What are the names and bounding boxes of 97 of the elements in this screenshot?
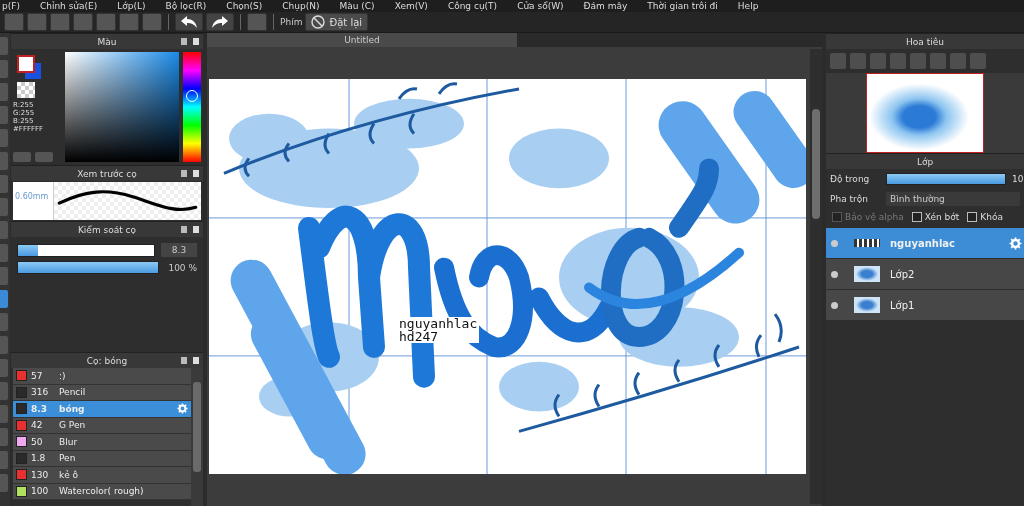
layer-option-checkbox[interactable]: Khóa	[967, 212, 1003, 222]
layer-opacity-slider[interactable]	[886, 173, 1006, 185]
visibility-toggle[interactable]	[831, 301, 838, 309]
brush-size: 50	[31, 436, 44, 447]
transparent-swatch[interactable]	[17, 82, 35, 98]
opacity-label: Độ trong	[830, 174, 871, 184]
tool-button[interactable]	[0, 221, 8, 239]
layer-item[interactable]: Lớp1	[826, 290, 1024, 320]
menu-item[interactable]: Help	[737, 0, 759, 12]
tool-button[interactable]	[0, 382, 8, 400]
hue-slider[interactable]	[183, 52, 201, 162]
tool-button[interactable]	[0, 359, 8, 377]
tool-button[interactable]	[0, 83, 8, 101]
blend-label: Pha trộn	[830, 194, 869, 204]
tool-button[interactable]	[0, 129, 8, 147]
brush-name: Blur	[59, 436, 79, 447]
tool-button[interactable]	[0, 267, 8, 285]
menu-item[interactable]: Đám mây	[583, 0, 628, 12]
layer-name: Lớp1	[890, 299, 916, 311]
tool-button[interactable]	[0, 106, 8, 124]
brush-size: 57	[31, 370, 44, 381]
panel-title: Xem trước cọ	[77, 168, 137, 179]
brush-name: Watercolor( rough)	[59, 486, 145, 497]
color-swatches[interactable]	[17, 55, 43, 79]
tool-button[interactable]	[0, 244, 8, 262]
shortcut-label: Phím	[280, 17, 303, 27]
brush-size: 130	[31, 469, 50, 480]
reset-button[interactable]: Đặt lại	[305, 13, 369, 31]
canvas-thumbnail[interactable]	[866, 73, 984, 153]
tool-button[interactable]	[0, 428, 8, 446]
tool-button[interactable]	[0, 175, 8, 193]
brush-size: 100	[31, 486, 50, 497]
tool-button[interactable]	[0, 451, 8, 469]
brush-name: G Pen	[59, 420, 87, 431]
brush-size: 316	[31, 387, 50, 398]
brush-name: Pencil	[59, 387, 87, 398]
menu-item[interactable]: Thời gian trôi đi	[647, 0, 718, 12]
menu-item[interactable]: Lớp(L)	[117, 0, 146, 12]
brush-name: :)	[59, 370, 67, 381]
brush-name: kẻ ô	[59, 469, 80, 480]
menu-item[interactable]: Màu (C)	[339, 0, 375, 12]
menu-item[interactable]: Xem(V)	[394, 0, 428, 12]
brush-size-slider[interactable]	[17, 243, 155, 257]
brush-item[interactable]: 57 :)	[13, 368, 191, 385]
panel-controls-icon[interactable]	[181, 226, 199, 233]
undo-icon[interactable]	[175, 13, 203, 31]
canvas-text: hd247	[399, 330, 439, 343]
tool-button[interactable]	[0, 313, 8, 331]
menu-item[interactable]: Chụp(N)	[282, 0, 320, 12]
tool-button[interactable]	[0, 474, 8, 492]
brush-size: 1.8	[31, 453, 47, 464]
brush-size-value[interactable]: 8.3	[161, 243, 197, 257]
brush-name: Pen	[59, 453, 77, 464]
tool-button[interactable]	[0, 405, 8, 423]
brush-name: bóng	[59, 403, 86, 414]
layer-option-checkbox[interactable]: Xén bớt	[911, 212, 960, 222]
document-tab[interactable]: Untitled	[207, 33, 517, 47]
canvas-text: nguyanhlac	[399, 317, 478, 330]
panel-title: Lớp	[916, 156, 934, 167]
layer-name: Lớp2	[890, 268, 916, 280]
menu-item[interactable]: Chọn(S)	[226, 0, 263, 12]
settings-icon[interactable]	[1009, 236, 1022, 250]
panel-title: Kiểm soát cọ	[77, 224, 137, 235]
tool-button[interactable]	[0, 152, 8, 170]
tool-button[interactable]	[0, 198, 8, 216]
menu-item[interactable]: Bộ lọc(R)	[165, 0, 207, 12]
visibility-toggle[interactable]	[831, 270, 838, 278]
layer-item[interactable]: Lớp2	[826, 259, 1024, 289]
brush-size-label: 0.60mm	[15, 192, 49, 201]
canvas[interactable]: nguyanhlac hd247	[209, 79, 806, 474]
tool-button[interactable]	[0, 336, 8, 354]
tool-button[interactable]	[0, 37, 8, 55]
blend-mode-dropdown[interactable]: Bình thường	[886, 192, 1020, 206]
scrollbar[interactable]	[810, 49, 822, 504]
brush-item[interactable]: 50 Blur	[13, 434, 191, 451]
menu-item[interactable]: p(F)	[2, 0, 20, 12]
color-picker-field[interactable]	[65, 52, 179, 162]
menu-item[interactable]: Cửa sổ(W)	[517, 0, 564, 12]
panel-title: Cọ: bóng	[86, 355, 128, 366]
prohibited-icon	[311, 15, 326, 29]
menu-item[interactable]: Công cụ(T)	[447, 0, 498, 12]
panel-title: Màu	[97, 36, 117, 47]
brush-opacity-slider[interactable]	[17, 261, 159, 274]
panel-controls-icon[interactable]	[181, 38, 199, 45]
settings-icon[interactable]	[177, 403, 188, 415]
brush-item[interactable]: 130 kẻ ô	[13, 467, 191, 484]
redo-icon[interactable]	[206, 13, 234, 31]
scrollbar[interactable]	[191, 368, 203, 506]
brush-size: 42	[31, 420, 44, 431]
panel-title: Hoa tiêu	[906, 36, 944, 47]
layer-name: nguyanhlac	[890, 237, 956, 249]
brush-opacity-value: 100 %	[167, 262, 197, 273]
brush-size: 8.3	[31, 403, 48, 414]
tool-button[interactable]	[0, 290, 8, 308]
menu-item[interactable]: Chỉnh sửa(E)	[39, 0, 98, 12]
tool-button[interactable]	[0, 60, 8, 78]
visibility-toggle[interactable]	[831, 239, 838, 247]
